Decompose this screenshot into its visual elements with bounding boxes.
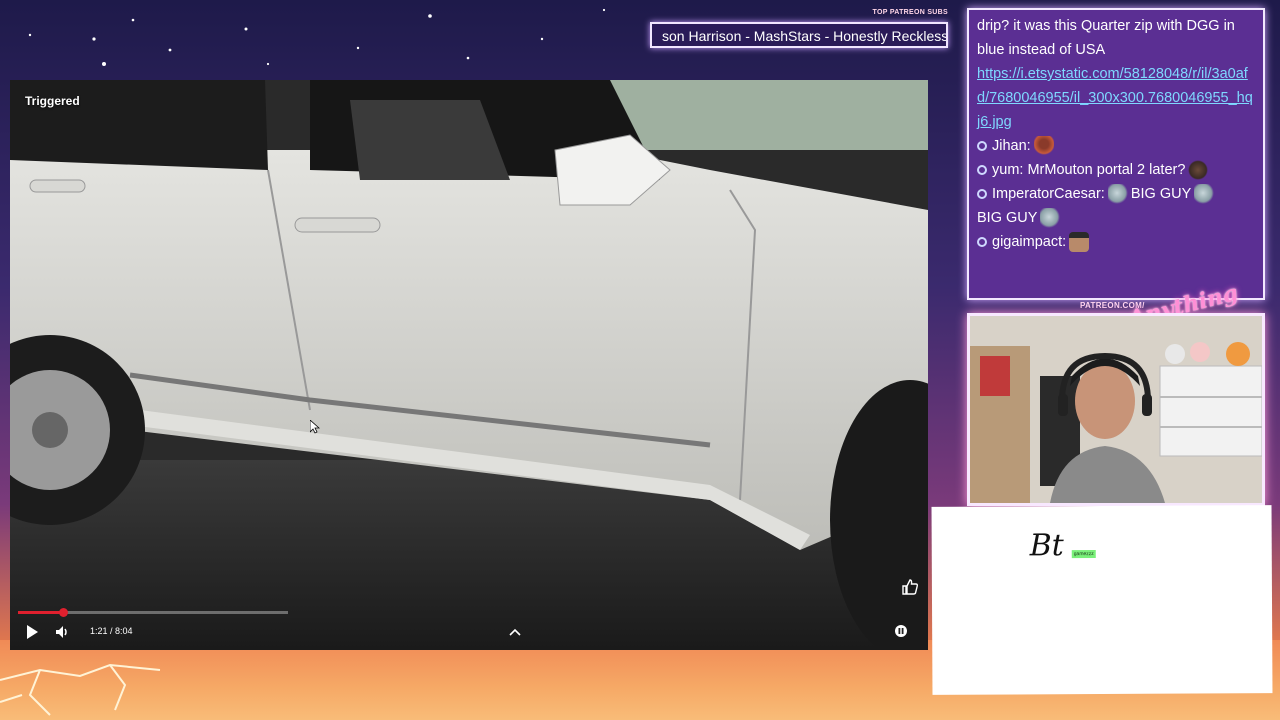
chat-username[interactable]: yum: bbox=[992, 158, 1023, 182]
chat-user-badge-icon bbox=[977, 237, 987, 247]
thumbs-up-icon bbox=[902, 579, 919, 595]
chat-username[interactable]: gigaimpact: bbox=[992, 230, 1066, 254]
hands-emote-icon bbox=[1033, 136, 1054, 156]
chat-link[interactable]: https://i.etsystatic.com/58128048/r/il/3… bbox=[977, 62, 1255, 134]
volume-button[interactable] bbox=[54, 624, 70, 640]
video-progress-bar[interactable] bbox=[18, 608, 288, 617]
whiteboard-user-tag: gamezzz bbox=[1071, 550, 1096, 559]
chat-user-badge-icon bbox=[977, 189, 987, 199]
chat-username[interactable]: Jihan: bbox=[992, 134, 1031, 158]
pause-indicator-button[interactable] bbox=[894, 624, 908, 638]
pause-icon bbox=[895, 625, 907, 637]
top-patreon-subs-ticker: son Harrison - MashStars - Honestly Reck… bbox=[650, 22, 948, 48]
mouse-cursor-icon bbox=[310, 420, 320, 434]
chat-username[interactable]: ImperatorCaesar: bbox=[992, 182, 1105, 206]
chat-panel: drip? it was this Quarter zip with DGG i… bbox=[967, 8, 1265, 300]
chat-message: drip? it was this Quarter zip with DGG i… bbox=[977, 18, 1235, 58]
whiteboard-drawing-text: Bt bbox=[1029, 528, 1064, 564]
play-icon bbox=[27, 625, 38, 639]
subs-ticker-text: son Harrison - MashStars - Honestly Reck… bbox=[662, 28, 948, 44]
rock-emote-icon bbox=[1040, 208, 1061, 228]
chat-message-text: MrMouton portal 2 later? bbox=[1027, 162, 1186, 178]
volume-icon bbox=[56, 626, 67, 638]
chat-user-badge-icon bbox=[977, 165, 987, 175]
like-button[interactable] bbox=[900, 577, 920, 597]
drawing-whiteboard[interactable]: Bt gamezzz bbox=[931, 505, 1273, 695]
triggered-overlay-label: Triggered bbox=[25, 94, 80, 108]
chat-message: ImperatorCaesar: BIG GUY BIG GUY bbox=[977, 182, 1255, 230]
chat-message-text: BIG GUY bbox=[1130, 186, 1192, 202]
video-progress-fill bbox=[18, 611, 63, 614]
rock-emote-icon bbox=[1194, 184, 1215, 204]
video-player[interactable]: Triggered 1:21 / 8:04 bbox=[10, 80, 928, 650]
top-patreon-subs-label: TOP PATREON SUBS bbox=[872, 9, 948, 16]
chat-message: Jihan: bbox=[977, 134, 1255, 158]
brown-emote-icon bbox=[1188, 160, 1209, 180]
chevron-up-icon bbox=[509, 628, 521, 636]
play-button[interactable] bbox=[24, 624, 40, 640]
video-frame-car bbox=[10, 80, 928, 650]
webcam-scene bbox=[970, 316, 1262, 503]
video-scrubber-handle[interactable] bbox=[59, 608, 68, 617]
chat-message-text: BIG GUY bbox=[977, 210, 1038, 226]
chat-user-badge-icon bbox=[977, 141, 987, 151]
video-time-display: 1:21 / 8:04 bbox=[90, 626, 133, 636]
rock-emote-icon bbox=[1107, 184, 1128, 204]
webcam-feed bbox=[967, 313, 1265, 506]
face-emote-icon bbox=[1069, 232, 1090, 252]
cracked-ground-decoration bbox=[0, 663, 161, 716]
chat-message: yum: MrMouton portal 2 later? bbox=[977, 158, 1255, 182]
chat-message: gigaimpact: bbox=[977, 230, 1255, 254]
expand-button[interactable] bbox=[508, 625, 522, 639]
